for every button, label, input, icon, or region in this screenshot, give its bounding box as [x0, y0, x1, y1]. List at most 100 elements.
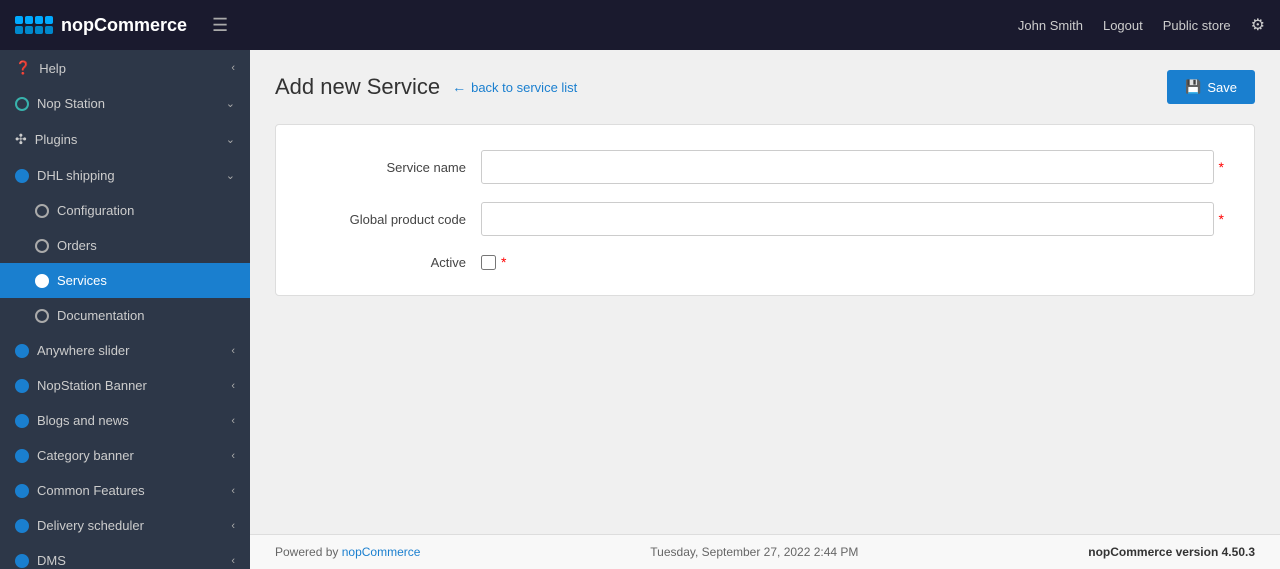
sidebar-item-configuration[interactable]: Configuration: [0, 193, 250, 228]
sidebar-item-label: Blogs and news: [37, 413, 129, 428]
common-features-icon: [15, 484, 29, 498]
sidebar-item-common-features[interactable]: Common Features ‹: [0, 473, 250, 508]
top-navbar: nopCommerce ☰ John Smith Logout Public s…: [0, 0, 1280, 50]
question-circle-icon: ❓: [15, 60, 31, 76]
dot-3: [35, 16, 43, 24]
sidebar: ❓ Help ‹ Nop Station ⌄ ✣ Plugins ⌄ DHL s…: [0, 50, 250, 569]
back-to-service-list-link[interactable]: ← back to service list: [452, 79, 577, 95]
active-checkbox[interactable]: [481, 255, 496, 270]
chevron-right-icon: ‹: [231, 485, 235, 497]
sidebar-item-label: Services: [57, 273, 107, 288]
global-product-code-input[interactable]: [481, 202, 1214, 236]
global-product-code-label: Global product code: [306, 212, 466, 227]
back-link-text: back to service list: [471, 80, 577, 95]
service-name-row: Service name *: [306, 150, 1224, 184]
page-title: Add new Service: [275, 74, 440, 100]
dot-7: [35, 26, 43, 34]
main-layout: ❓ Help ‹ Nop Station ⌄ ✣ Plugins ⌄ DHL s…: [0, 50, 1280, 569]
sidebar-item-orders[interactable]: Orders: [0, 228, 250, 263]
nopstation-banner-icon: [15, 379, 29, 393]
chevron-right-icon: ‹: [231, 555, 235, 567]
sidebar-item-dms[interactable]: DMS ‹: [0, 543, 250, 569]
active-required-star: *: [501, 254, 506, 270]
sidebar-item-label: DHL shipping: [37, 168, 115, 183]
sidebar-item-anywhere-slider[interactable]: Anywhere slider ‹: [0, 333, 250, 368]
service-name-input[interactable]: [481, 150, 1214, 184]
brand-name: nopCommerce: [61, 15, 187, 36]
chevron-right-icon: ‹: [231, 62, 235, 74]
documentation-icon: [35, 309, 49, 323]
content-area: Add new Service ← back to service list 💾…: [250, 50, 1280, 569]
footer-brand-link[interactable]: nopCommerce: [342, 545, 421, 559]
active-input-wrap: *: [481, 254, 1224, 270]
chevron-right-icon: ‹: [231, 345, 235, 357]
orders-icon: [35, 239, 49, 253]
sidebar-item-label: NopStation Banner: [37, 378, 147, 393]
sidebar-item-label: Nop Station: [37, 96, 105, 111]
brand-logo: nopCommerce: [15, 15, 187, 36]
sidebar-item-label: Documentation: [57, 308, 144, 323]
active-label: Active: [306, 255, 466, 270]
footer-version: nopCommerce version 4.50.3: [1088, 545, 1255, 559]
powered-by-text: Powered by: [275, 545, 338, 559]
service-name-label: Service name: [306, 160, 466, 175]
chevron-right-icon: ‹: [231, 380, 235, 392]
service-name-required-star: *: [1219, 159, 1224, 175]
nop-station-icon: [15, 97, 29, 111]
save-icon: 💾: [1185, 79, 1201, 95]
save-button-label: Save: [1207, 80, 1237, 95]
sidebar-item-label: Category banner: [37, 448, 134, 463]
sidebar-item-label: Configuration: [57, 203, 134, 218]
sidebar-item-nop-station[interactable]: Nop Station ⌄: [0, 86, 250, 121]
sidebar-item-label: Plugins: [35, 132, 78, 147]
footer-powered-by: Powered by nopCommerce: [275, 545, 420, 559]
page-title-area: Add new Service ← back to service list: [275, 74, 577, 100]
footer: Powered by nopCommerce Tuesday, Septembe…: [250, 534, 1280, 569]
chevron-right-icon: ‹: [231, 520, 235, 532]
sidebar-item-label: DMS: [37, 553, 66, 568]
dms-icon: [15, 554, 29, 568]
chevron-down-icon: ⌄: [226, 169, 235, 182]
chevron-right-icon: ‹: [231, 415, 235, 427]
hamburger-icon: ☰: [212, 15, 228, 35]
dhl-icon: [15, 169, 29, 183]
dot-2: [25, 16, 33, 24]
sidebar-item-help[interactable]: ❓ Help ‹: [0, 50, 250, 86]
dot-4: [45, 16, 53, 24]
sidebar-item-blogs-and-news[interactable]: Blogs and news ‹: [0, 403, 250, 438]
sidebar-item-category-banner[interactable]: Category banner ‹: [0, 438, 250, 473]
dot-6: [25, 26, 33, 34]
logo-dots: [15, 16, 53, 34]
sidebar-item-nopstation-banner[interactable]: NopStation Banner ‹: [0, 368, 250, 403]
blogs-news-icon: [15, 414, 29, 428]
sidebar-item-services[interactable]: Services: [0, 263, 250, 298]
puzzle-icon: ✣: [15, 131, 27, 148]
active-row: Active *: [306, 254, 1224, 270]
sidebar-item-delivery-scheduler[interactable]: Delivery scheduler ‹: [0, 508, 250, 543]
config-icon: [35, 204, 49, 218]
logout-link[interactable]: Logout: [1103, 18, 1143, 33]
navbar-right-section: John Smith Logout Public store ⚙: [1018, 15, 1265, 35]
services-icon: [35, 274, 49, 288]
service-name-input-wrap: *: [481, 150, 1224, 184]
page-header: Add new Service ← back to service list 💾…: [275, 70, 1255, 104]
sidebar-item-label: Common Features: [37, 483, 145, 498]
save-button[interactable]: 💾 Save: [1167, 70, 1255, 104]
sidebar-item-documentation[interactable]: Documentation: [0, 298, 250, 333]
chevron-right-icon: ‹: [231, 450, 235, 462]
sidebar-toggle-button[interactable]: ☰: [207, 10, 233, 41]
global-product-code-input-wrap: *: [481, 202, 1224, 236]
sidebar-item-dhl-shipping[interactable]: DHL shipping ⌄: [0, 158, 250, 193]
sidebar-item-label: Delivery scheduler: [37, 518, 144, 533]
sidebar-item-plugins[interactable]: ✣ Plugins ⌄: [0, 121, 250, 158]
settings-icon[interactable]: ⚙: [1251, 15, 1265, 35]
delivery-scheduler-icon: [15, 519, 29, 533]
global-product-code-row: Global product code *: [306, 202, 1224, 236]
sidebar-item-label: Help: [39, 61, 66, 76]
category-banner-icon: [15, 449, 29, 463]
anywhere-slider-icon: [15, 344, 29, 358]
sidebar-item-label: Anywhere slider: [37, 343, 130, 358]
dot-1: [15, 16, 23, 24]
public-store-link[interactable]: Public store: [1163, 18, 1231, 33]
form-card: Service name * Global product code * Act…: [275, 124, 1255, 296]
